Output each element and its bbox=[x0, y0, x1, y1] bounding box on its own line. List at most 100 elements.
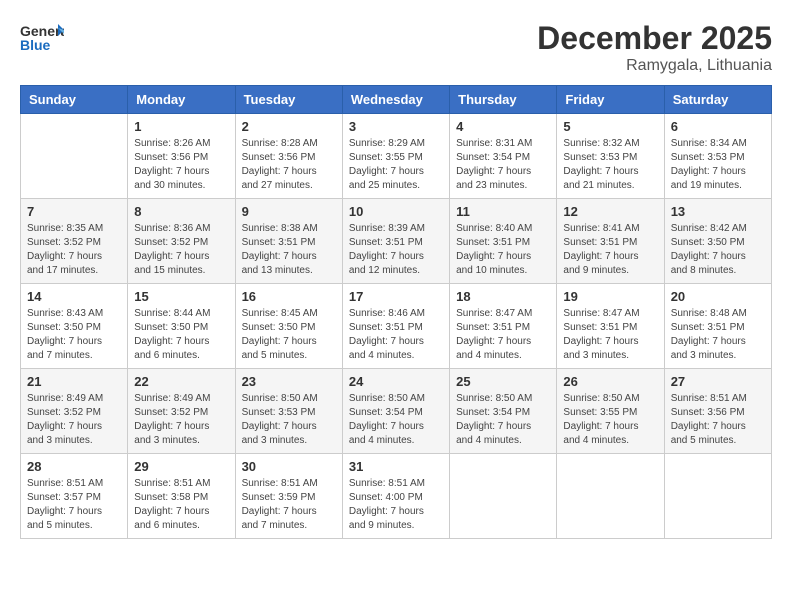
calendar-cell: 9 Sunrise: 8:38 AM Sunset: 3:51 PM Daylig… bbox=[235, 199, 342, 284]
day-info: Sunrise: 8:49 AM Sunset: 3:52 PM Dayligh… bbox=[27, 392, 121, 448]
calendar-cell: 6Sunrise: 8:34 AM Sunset: 3:53 PM Daylig… bbox=[664, 114, 771, 199]
day-info: Sunrise: 8:41 AM Sunset: 3:51 PM Dayligh… bbox=[563, 222, 657, 278]
day-number: 28 bbox=[27, 459, 121, 474]
calendar-cell: 24Sunrise: 8:50 AM Sunset: 3:54 PM Dayli… bbox=[342, 369, 449, 454]
calendar-cell bbox=[664, 454, 771, 539]
calendar-cell: 4 Sunrise: 8:31 AM Sunset: 3:54 PM Daylig… bbox=[450, 114, 557, 199]
calendar-cell: 19 Sunrise: 8:47 AM Sunset: 3:51 PM Dayli… bbox=[557, 284, 664, 369]
day-number: 15 bbox=[134, 289, 228, 304]
day-number: 17 bbox=[349, 289, 443, 304]
day-info: Sunrise: 8:51 AM Sunset: 3:56 PM Dayligh… bbox=[671, 392, 765, 448]
calendar-cell: 2Sunrise: 8:28 AM Sunset: 3:56 PM Daylig… bbox=[235, 114, 342, 199]
day-of-week-header: Friday bbox=[557, 86, 664, 114]
calendar-cell: 16Sunrise: 8:45 AM Sunset: 3:50 PM Dayli… bbox=[235, 284, 342, 369]
calendar-cell: 8 Sunrise: 8:36 AM Sunset: 3:52 PM Daylig… bbox=[128, 199, 235, 284]
day-number: 4 bbox=[456, 119, 550, 134]
svg-text:Blue: Blue bbox=[20, 37, 51, 53]
calendar-cell: 3 Sunrise: 8:29 AM Sunset: 3:55 PM Daylig… bbox=[342, 114, 449, 199]
day-number: 16 bbox=[242, 289, 336, 304]
month-title: December 2025 bbox=[537, 20, 772, 57]
day-number: 9 bbox=[242, 204, 336, 219]
day-number: 29 bbox=[134, 459, 228, 474]
calendar-cell: 10 Sunrise: 8:39 AM Sunset: 3:51 PM Dayli… bbox=[342, 199, 449, 284]
day-number: 23 bbox=[242, 374, 336, 389]
day-info: Sunrise: 8:40 AM Sunset: 3:51 PM Dayligh… bbox=[456, 222, 550, 278]
calendar-cell: 13 Sunrise: 8:42 AM Sunset: 3:50 PM Dayli… bbox=[664, 199, 771, 284]
day-of-week-header: Monday bbox=[128, 86, 235, 114]
page-header: General Blue December 2025 Ramygala, Lit… bbox=[20, 20, 772, 75]
day-info: Sunrise: 8:29 AM Sunset: 3:55 PM Dayligh… bbox=[349, 137, 443, 193]
calendar-week-row: 1Sunrise: 8:26 AM Sunset: 3:56 PM Daylig… bbox=[21, 114, 772, 199]
day-info: Sunrise: 8:38 AM Sunset: 3:51 PM Dayligh… bbox=[242, 222, 336, 278]
day-info: Sunrise: 8:51 AM Sunset: 4:00 PM Dayligh… bbox=[349, 477, 443, 533]
day-of-week-header: Saturday bbox=[664, 86, 771, 114]
day-info: Sunrise: 8:49 AM Sunset: 3:52 PM Dayligh… bbox=[134, 392, 228, 448]
day-info: Sunrise: 8:36 AM Sunset: 3:52 PM Dayligh… bbox=[134, 222, 228, 278]
day-info: Sunrise: 8:47 AM Sunset: 3:51 PM Dayligh… bbox=[563, 307, 657, 363]
day-number: 18 bbox=[456, 289, 550, 304]
day-of-week-header: Wednesday bbox=[342, 86, 449, 114]
calendar-cell: 17 Sunrise: 8:46 AM Sunset: 3:51 PM Dayli… bbox=[342, 284, 449, 369]
calendar-cell: 27Sunrise: 8:51 AM Sunset: 3:56 PM Dayli… bbox=[664, 369, 771, 454]
calendar-cell: 31 Sunrise: 8:51 AM Sunset: 4:00 PM Dayli… bbox=[342, 454, 449, 539]
day-number: 26 bbox=[563, 374, 657, 389]
day-info: Sunrise: 8:51 AM Sunset: 3:59 PM Dayligh… bbox=[242, 477, 336, 533]
calendar-cell: 12 Sunrise: 8:41 AM Sunset: 3:51 PM Dayli… bbox=[557, 199, 664, 284]
calendar-cell: 1Sunrise: 8:26 AM Sunset: 3:56 PM Daylig… bbox=[128, 114, 235, 199]
day-number: 12 bbox=[563, 204, 657, 219]
day-number: 31 bbox=[349, 459, 443, 474]
day-of-week-header: Thursday bbox=[450, 86, 557, 114]
day-info: Sunrise: 8:28 AM Sunset: 3:56 PM Dayligh… bbox=[242, 137, 336, 193]
calendar-cell: 11 Sunrise: 8:40 AM Sunset: 3:51 PM Dayli… bbox=[450, 199, 557, 284]
calendar-table: SundayMondayTuesdayWednesdayThursdayFrid… bbox=[20, 85, 772, 539]
day-info: Sunrise: 8:26 AM Sunset: 3:56 PM Dayligh… bbox=[134, 137, 228, 193]
calendar-week-row: 14Sunrise: 8:43 AM Sunset: 3:50 PM Dayli… bbox=[21, 284, 772, 369]
day-info: Sunrise: 8:47 AM Sunset: 3:51 PM Dayligh… bbox=[456, 307, 550, 363]
day-number: 30 bbox=[242, 459, 336, 474]
day-number: 8 bbox=[134, 204, 228, 219]
calendar-cell: 23 Sunrise: 8:50 AM Sunset: 3:53 PM Dayli… bbox=[235, 369, 342, 454]
day-of-week-header: Tuesday bbox=[235, 86, 342, 114]
day-of-week-header: Sunday bbox=[21, 86, 128, 114]
calendar-cell: 26 Sunrise: 8:50 AM Sunset: 3:55 PM Dayli… bbox=[557, 369, 664, 454]
day-info: Sunrise: 8:51 AM Sunset: 3:58 PM Dayligh… bbox=[134, 477, 228, 533]
day-info: Sunrise: 8:48 AM Sunset: 3:51 PM Dayligh… bbox=[671, 307, 765, 363]
calendar-week-row: 28 Sunrise: 8:51 AM Sunset: 3:57 PM Dayli… bbox=[21, 454, 772, 539]
calendar-cell bbox=[450, 454, 557, 539]
day-number: 13 bbox=[671, 204, 765, 219]
calendar-cell: 25Sunrise: 8:50 AM Sunset: 3:54 PM Dayli… bbox=[450, 369, 557, 454]
calendar-week-row: 7 Sunrise: 8:35 AM Sunset: 3:52 PM Daylig… bbox=[21, 199, 772, 284]
day-info: Sunrise: 8:50 AM Sunset: 3:55 PM Dayligh… bbox=[563, 392, 657, 448]
calendar-header-row: SundayMondayTuesdayWednesdayThursdayFrid… bbox=[21, 86, 772, 114]
day-number: 21 bbox=[27, 374, 121, 389]
day-info: Sunrise: 8:51 AM Sunset: 3:57 PM Dayligh… bbox=[27, 477, 121, 533]
day-number: 10 bbox=[349, 204, 443, 219]
day-info: Sunrise: 8:31 AM Sunset: 3:54 PM Dayligh… bbox=[456, 137, 550, 193]
day-number: 19 bbox=[563, 289, 657, 304]
day-info: Sunrise: 8:50 AM Sunset: 3:53 PM Dayligh… bbox=[242, 392, 336, 448]
calendar-cell: 22Sunrise: 8:49 AM Sunset: 3:52 PM Dayli… bbox=[128, 369, 235, 454]
day-info: Sunrise: 8:32 AM Sunset: 3:53 PM Dayligh… bbox=[563, 137, 657, 193]
day-number: 3 bbox=[349, 119, 443, 134]
day-number: 11 bbox=[456, 204, 550, 219]
calendar-cell: 7 Sunrise: 8:35 AM Sunset: 3:52 PM Daylig… bbox=[21, 199, 128, 284]
day-number: 7 bbox=[27, 204, 121, 219]
day-info: Sunrise: 8:46 AM Sunset: 3:51 PM Dayligh… bbox=[349, 307, 443, 363]
logo: General Blue bbox=[20, 20, 64, 56]
day-info: Sunrise: 8:44 AM Sunset: 3:50 PM Dayligh… bbox=[134, 307, 228, 363]
day-number: 5 bbox=[563, 119, 657, 134]
calendar-cell: 5 Sunrise: 8:32 AM Sunset: 3:53 PM Daylig… bbox=[557, 114, 664, 199]
day-number: 20 bbox=[671, 289, 765, 304]
day-info: Sunrise: 8:35 AM Sunset: 3:52 PM Dayligh… bbox=[27, 222, 121, 278]
day-info: Sunrise: 8:34 AM Sunset: 3:53 PM Dayligh… bbox=[671, 137, 765, 193]
calendar-cell: 15 Sunrise: 8:44 AM Sunset: 3:50 PM Dayli… bbox=[128, 284, 235, 369]
day-number: 14 bbox=[27, 289, 121, 304]
calendar-cell bbox=[557, 454, 664, 539]
title-block: December 2025 Ramygala, Lithuania bbox=[537, 20, 772, 75]
calendar-cell bbox=[21, 114, 128, 199]
day-info: Sunrise: 8:42 AM Sunset: 3:50 PM Dayligh… bbox=[671, 222, 765, 278]
day-number: 25 bbox=[456, 374, 550, 389]
day-info: Sunrise: 8:39 AM Sunset: 3:51 PM Dayligh… bbox=[349, 222, 443, 278]
day-number: 24 bbox=[349, 374, 443, 389]
calendar-cell: 18 Sunrise: 8:47 AM Sunset: 3:51 PM Dayli… bbox=[450, 284, 557, 369]
